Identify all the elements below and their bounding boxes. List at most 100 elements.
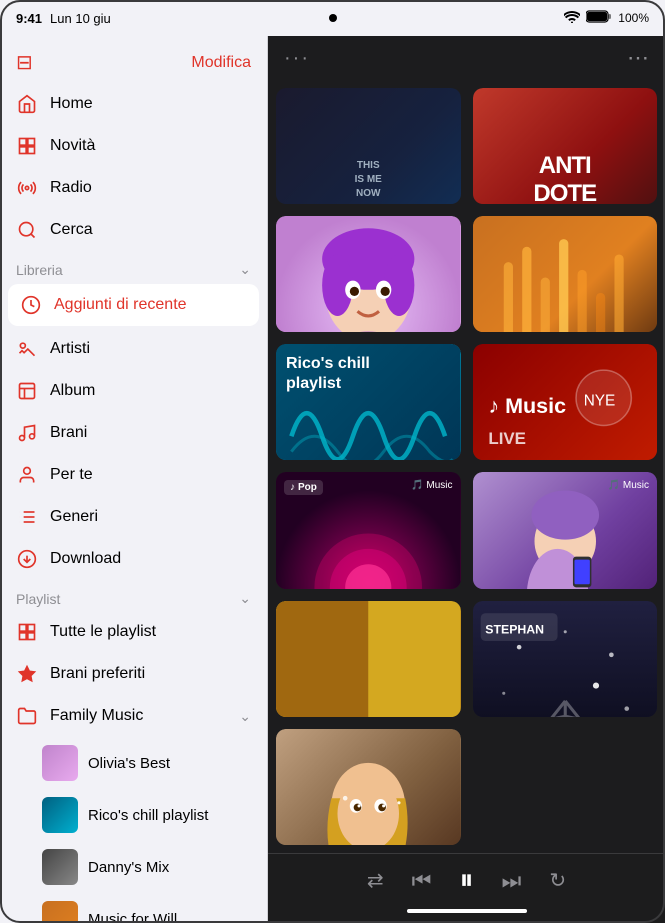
sidebar-item-generi[interactable]: Generi: [0, 496, 267, 538]
sidebar-item-preferiti[interactable]: Brani preferiti: [0, 653, 267, 695]
album-card-antidote[interactable]: ANTIDOTE In Search Of The Antidote FLETC…: [473, 88, 658, 204]
sidebar-item-artisti[interactable]: Artisti: [0, 328, 267, 370]
sidebar-item-cerca[interactable]: Cerca: [0, 209, 267, 251]
album-card-jlo[interactable]: THIS IS ME NOW This Is Me... Now Jennife…: [276, 88, 461, 204]
novita-icon: [16, 135, 38, 157]
wifi-icon: [564, 11, 580, 26]
modifica-button[interactable]: Modifica: [191, 54, 251, 72]
sidebar-item-album[interactable]: Album: [0, 370, 267, 412]
novita-label: Novità: [50, 137, 95, 155]
generi-label: Generi: [50, 508, 98, 526]
svg-text:LIVE: LIVE: [488, 429, 526, 448]
sidebar-subitem-dannys-mix[interactable]: Danny's Mix: [0, 841, 267, 893]
apple-music-logo: 🎵 Music: [411, 480, 452, 491]
sidebar-subitem-ricos-chill[interactable]: Rico's chill playlist: [0, 789, 267, 841]
danny-thumb: [42, 849, 78, 885]
olivia-label: Olivia's Best: [88, 755, 170, 772]
album-cover-inroom: 🎵 Music: [473, 472, 658, 588]
status-bar: 9:41 Lun 10 giu 100%: [0, 0, 665, 36]
content-breadcrumb-dots: ···: [284, 47, 310, 70]
download-label: Download: [50, 550, 121, 568]
playlist-section-header[interactable]: Playlist ⌄: [0, 580, 267, 611]
album-card-pop-chill[interactable]: ♪ Pop 🎵 Music Chill Pop Chill Apple Musi…: [276, 472, 461, 588]
olivia-thumb: [42, 745, 78, 781]
preferiti-icon: [16, 663, 38, 685]
sidebar-item-brani[interactable]: Brani: [0, 412, 267, 454]
album-card-olivia-fav[interactable]: Olivia's Favorites Danny Rico: [276, 216, 461, 332]
shuffle-button[interactable]: ⇄: [367, 868, 384, 893]
brani-label: Brani: [50, 424, 87, 442]
status-icons: 100%: [564, 10, 649, 26]
album-cover-legends: STEPHAN: [473, 601, 658, 717]
album-cover-partial: [276, 601, 461, 717]
home-indicator: [407, 909, 527, 913]
sidebar-item-radio[interactable]: Radio: [0, 167, 267, 209]
main-container: ⊟ Modifica Home Novità: [0, 36, 665, 923]
battery-label: 100%: [618, 11, 649, 25]
family-expand-icon: ⌄: [239, 708, 251, 725]
playlist-title: Playlist: [16, 591, 60, 607]
home-icon: [16, 93, 38, 115]
svg-text:STEPHAN: STEPHAN: [485, 622, 544, 636]
status-date: Lun 10 giu: [50, 11, 111, 26]
album-cover-antidote: ANTIDOTE: [473, 88, 658, 204]
sidebar-subitem-music-for-will[interactable]: Music for Will: [0, 893, 267, 923]
radio-label: Radio: [50, 179, 92, 197]
sidebar-subitem-olivias-best[interactable]: Olivia's Best: [0, 737, 267, 789]
svg-text:NYE: NYE: [583, 393, 615, 410]
aggiunti-icon: [20, 294, 42, 316]
sidebar-menu-icon[interactable]: ⊟: [16, 50, 33, 75]
album-cover-pop: ♪ Pop 🎵 Music Chill: [276, 472, 461, 588]
brani-icon: [16, 422, 38, 444]
playlist-chevron-icon: ⌄: [239, 590, 251, 607]
album-card-nye[interactable]: ♪ Music LIVE NYE Live: NYE 20...: [473, 344, 658, 460]
repeat-button[interactable]: ↻: [549, 868, 566, 893]
tutte-icon: [16, 621, 38, 643]
preferiti-label: Brani preferiti: [50, 665, 145, 683]
aggiunti-label: Aggiunti di recente: [54, 296, 187, 314]
album-cover-jlo: THIS IS ME NOW: [276, 88, 461, 204]
sidebar-item-novita[interactable]: Novità: [0, 125, 267, 167]
play-button[interactable]: ⏸: [459, 864, 473, 897]
camera-dot: [329, 14, 337, 22]
sidebar-item-home[interactable]: Home: [0, 83, 267, 125]
album-label: Album: [50, 382, 95, 400]
album-cover-shakira: [276, 729, 461, 845]
sidebar-item-family[interactable]: Family Music ⌄: [0, 695, 267, 737]
perte-label: Per te: [50, 466, 93, 484]
content-header: ··· ⋯: [268, 36, 665, 80]
sidebar-header: ⊟ Modifica: [0, 36, 267, 83]
sidebar-item-aggiunti[interactable]: Aggiunti di recente: [8, 284, 259, 326]
album-card-rico-chill[interactable]: Rico's chillplaylist Rico's chill playli…: [276, 344, 461, 460]
sidebar: ⊟ Modifica Home Novità: [0, 36, 268, 923]
status-time: 9:41: [16, 11, 42, 26]
libreria-section-header[interactable]: Libreria ⌄: [0, 251, 267, 282]
radio-icon: [16, 177, 38, 199]
sidebar-item-download[interactable]: Download: [0, 538, 267, 580]
album-card-shakira[interactable]: Las Mujeres Ya No Lloran Shakira: [276, 729, 461, 845]
family-left: Family Music: [16, 705, 143, 727]
album-card-partial[interactable]: [276, 601, 461, 717]
musicwill-label: Music for Will: [88, 911, 177, 923]
libreria-chevron-icon: ⌄: [239, 261, 251, 278]
danny-label: Danny's Mix: [88, 859, 169, 876]
download-icon: [16, 548, 38, 570]
prev-button[interactable]: ⏮: [412, 868, 432, 894]
sidebar-item-perte[interactable]: Per te: [0, 454, 267, 496]
tutte-label: Tutte le playlist: [50, 623, 156, 641]
family-label: Family Music: [50, 707, 143, 725]
album-card-legends[interactable]: STEPHAN Legends, Myths and... Stephan Mo…: [473, 601, 658, 717]
sidebar-item-tutte[interactable]: Tutte le playlist: [0, 611, 267, 653]
content-area: ··· ⋯ THIS IS ME NOW This Is Me... Now J…: [268, 36, 665, 923]
generi-icon: [16, 506, 38, 528]
home-label: Home: [50, 95, 93, 113]
apple-music-logo-2: 🎵 Music: [608, 480, 649, 491]
album-card-in-my-room[interactable]: 🎵 Music In My Room Apple Music Pop: [473, 472, 658, 588]
cerca-icon: [16, 219, 38, 241]
content-more-button[interactable]: ⋯: [627, 45, 649, 71]
family-icon: [16, 705, 38, 727]
next-button[interactable]: ⏭: [502, 868, 522, 894]
album-card-music-will[interactable]: Music forWill Music for Will Danny Rico: [473, 216, 658, 332]
cerca-label: Cerca: [50, 221, 93, 239]
musicwill-thumb: [42, 901, 78, 923]
